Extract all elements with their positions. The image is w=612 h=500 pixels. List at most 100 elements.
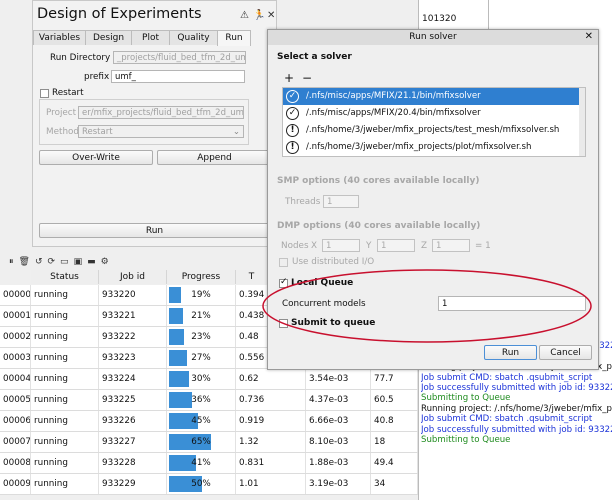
- value-cell: 4.37e-03: [306, 390, 371, 410]
- column-header-job-id[interactable]: Job id: [99, 270, 167, 284]
- project-label: Project: [46, 108, 77, 118]
- highlight-ellipse: [262, 269, 592, 343]
- prefix-input[interactable]: umf_: [111, 70, 245, 83]
- value-cell: 3.54e-03: [306, 369, 371, 389]
- x-label: X: [311, 241, 318, 251]
- status-cell: running: [31, 369, 99, 389]
- progress-cell: 41%: [167, 453, 236, 473]
- t-cell: 0.736: [236, 390, 306, 410]
- status-cell: running: [31, 390, 99, 410]
- folder-icon[interactable]: ▬: [87, 257, 101, 267]
- restart-checkbox[interactable]: [40, 89, 49, 98]
- close-icon[interactable]: ✕: [267, 10, 275, 21]
- method-select[interactable]: Restart ⌄: [78, 125, 244, 138]
- overwrite-button[interactable]: Over-Write: [39, 150, 153, 165]
- progress-cell: 45%: [167, 411, 236, 431]
- nodes-total: = 1: [475, 241, 491, 251]
- restart-label: Restart: [52, 88, 84, 98]
- job-id-cell: 933221: [99, 306, 167, 326]
- value-cell: 6.66e-03: [306, 411, 371, 431]
- progress-text: 45%: [191, 416, 211, 426]
- console-line: Job submit CMD: sbatch .qsubmit_script: [421, 372, 593, 383]
- table-row[interactable]: 00006 running 933226 45% 0.919 6.66e-03 40.8: [0, 411, 418, 432]
- status-cell: running: [31, 432, 99, 452]
- project-input[interactable]: er/mfix_projects/fluid_bed_tfm_2d_umf: [78, 106, 244, 119]
- close-icon[interactable]: ✕: [585, 31, 593, 42]
- nodes-y-spinbox[interactable]: 1: [377, 239, 415, 252]
- table-row[interactable]: 00009 running 933229 50% 1.01 3.19e-03 34: [0, 474, 418, 495]
- status-cell: running: [31, 411, 99, 431]
- status-cell: running: [31, 327, 99, 347]
- status-cell: running: [31, 306, 99, 326]
- tab-design[interactable]: Design: [85, 30, 132, 45]
- column-header-status[interactable]: Status: [31, 270, 99, 284]
- row-index: 00005: [0, 390, 31, 410]
- table-row[interactable]: 00008 running 933228 41% 0.831 1.88e-03 49.4: [0, 453, 418, 474]
- progress-text: 21%: [191, 311, 211, 321]
- refresh-icon[interactable]: ⟳: [48, 257, 61, 267]
- warning-icon[interactable]: ⚠: [240, 10, 249, 21]
- solver-item[interactable]: ✓ /.nfs/misc/apps/MFIX/20.4/bin/mfixsolve…: [283, 105, 579, 122]
- scrollbar[interactable]: [579, 88, 585, 156]
- console-icon[interactable]: ▭: [60, 257, 74, 267]
- nodes-z-spinbox[interactable]: 1: [432, 239, 470, 252]
- tab-plot[interactable]: Plot: [131, 30, 170, 45]
- progress-text: 30%: [191, 374, 211, 384]
- smp-options-label: SMP options (40 cores available locally): [277, 176, 480, 186]
- status-cell: running: [31, 285, 99, 305]
- solver-path: /.nfs/home/3/jweber/mfix_projects/plot/m…: [306, 142, 532, 152]
- t-cell: 1.32: [236, 432, 306, 452]
- progress-cell: 36%: [167, 390, 236, 410]
- threads-spinbox[interactable]: 1: [323, 195, 359, 208]
- tab-run[interactable]: Run: [217, 30, 251, 46]
- monitor-icon[interactable]: ▣: [74, 257, 88, 267]
- solver-item[interactable]: ✓ /.nfs/misc/apps/MFIX/21.1/bin/mfixsolve…: [283, 88, 579, 105]
- job-id-cell: 933222: [99, 327, 167, 347]
- solver-path: /.nfs/home/3/jweber/mfix_projects/test_m…: [306, 125, 560, 135]
- progress-text: 27%: [191, 353, 211, 363]
- tab-quality[interactable]: Quality: [169, 30, 218, 45]
- table-row[interactable]: 00004 running 933224 30% 0.62 3.54e-03 77.7: [0, 369, 418, 390]
- console-line: Submitting to Queue: [421, 435, 511, 446]
- table-row[interactable]: 00005 running 933225 36% 0.736 4.37e-03 60.5: [0, 390, 418, 411]
- value-cell: 18: [371, 432, 418, 452]
- value-cell: 3.19e-03: [306, 474, 371, 494]
- row-index: 00000: [0, 285, 31, 305]
- table-toolbar: ⏸🗑↺⟳▭▣▬⚙: [9, 257, 114, 267]
- doe-panel: Design of Experiments ⚠ 🏃 ✕ Variables De…: [32, 0, 277, 247]
- table-row[interactable]: 00007 running 933227 65% 1.32 8.10e-03 18: [0, 432, 418, 453]
- progress-cell: 19%: [167, 285, 236, 305]
- solver-item[interactable]: ! /.nfs/home/3/jweber/mfix_projects/test_…: [283, 122, 579, 139]
- z-label: Z: [421, 241, 428, 251]
- job-id-cell: 933224: [99, 369, 167, 389]
- nodes-x-spinbox[interactable]: 1: [322, 239, 360, 252]
- remove-solver-button[interactable]: −: [302, 71, 312, 85]
- t-cell: 1.01: [236, 474, 306, 494]
- value-cell: 49.4: [371, 453, 418, 473]
- gear-icon[interactable]: ⚙: [101, 257, 114, 267]
- value-cell: 77.7: [371, 369, 418, 389]
- status-cell: running: [31, 474, 99, 494]
- column-header-progress[interactable]: Progress: [167, 270, 236, 284]
- threads-label: Threads: [285, 197, 321, 207]
- job-id-cell: 933226: [99, 411, 167, 431]
- tab-variables[interactable]: Variables: [33, 30, 86, 45]
- trash-icon[interactable]: 🗑: [19, 257, 35, 267]
- run-button[interactable]: Run: [39, 223, 270, 238]
- run-directory-input[interactable]: _projects/fluid_bed_tfm_2d_umf: [113, 51, 246, 64]
- t-cell: 0.831: [236, 453, 306, 473]
- chevron-down-icon: ⌄: [232, 127, 240, 137]
- add-solver-button[interactable]: +: [284, 71, 294, 85]
- runner-icon[interactable]: 🏃: [253, 10, 265, 21]
- job-id-cell: 933228: [99, 453, 167, 473]
- row-index: 00001: [0, 306, 31, 326]
- y-label: Y: [366, 241, 372, 251]
- restart-icon[interactable]: ↺: [35, 257, 48, 267]
- console-line: Running project: /.nfs/home/3/jweber/mfi…: [421, 403, 612, 414]
- progress-cell: 23%: [167, 327, 236, 347]
- console-line: Job successfully submitted with job id: …: [421, 424, 612, 435]
- solver-item[interactable]: ! /.nfs/home/3/jweber/mfix_projects/plot/…: [283, 139, 579, 156]
- pause-icon[interactable]: ⏸: [9, 257, 19, 267]
- append-button[interactable]: Append: [157, 150, 272, 165]
- progress-text: 41%: [191, 458, 211, 468]
